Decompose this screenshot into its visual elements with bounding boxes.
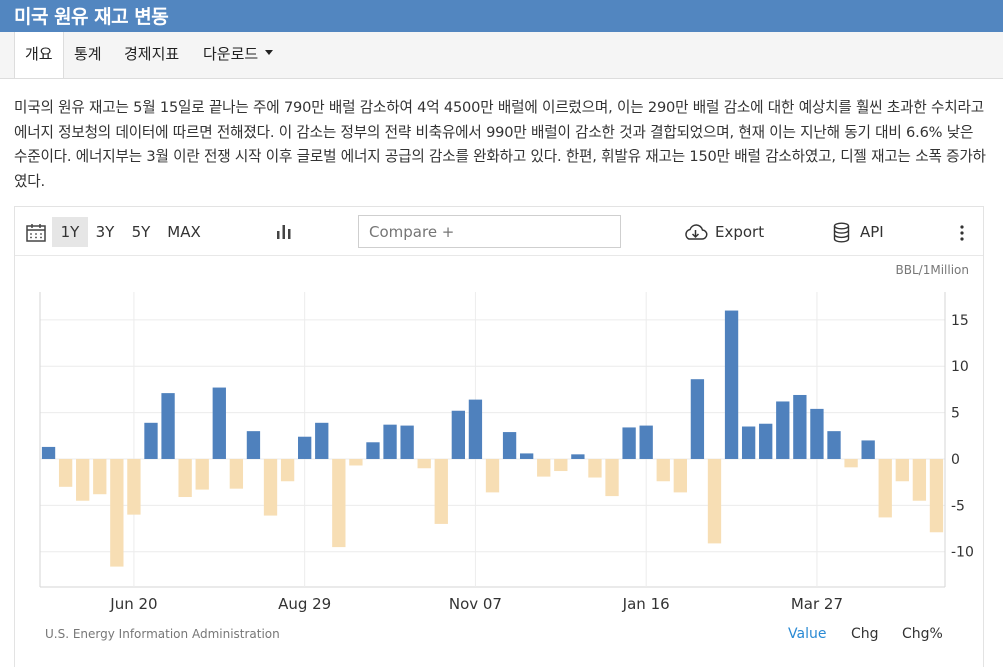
x-tick-label: Jun 20 bbox=[109, 595, 157, 613]
y-tick-label: 15 bbox=[951, 313, 969, 329]
data-bar bbox=[793, 394, 807, 459]
data-bar bbox=[776, 401, 790, 459]
data-bar bbox=[417, 458, 431, 469]
data-bar bbox=[332, 458, 346, 548]
data-bar bbox=[366, 442, 380, 459]
data-bar bbox=[212, 387, 226, 459]
data-bar bbox=[280, 458, 295, 482]
unit-label: BBL/1Million bbox=[895, 263, 969, 277]
data-bar bbox=[246, 431, 261, 459]
data-bar bbox=[468, 399, 483, 459]
data-bar bbox=[93, 458, 107, 495]
page-title: 미국 원유 재고 변동 bbox=[14, 6, 169, 28]
range-3y-button[interactable]: 3Y bbox=[90, 217, 120, 247]
data-bar bbox=[349, 458, 363, 466]
compare-input[interactable] bbox=[358, 215, 621, 248]
data-bar bbox=[673, 458, 687, 493]
data-bar bbox=[502, 432, 517, 459]
tab-indicators[interactable]: 경제지표 bbox=[114, 32, 189, 77]
x-tick-label: Nov 07 bbox=[449, 595, 502, 613]
data-bar bbox=[912, 458, 927, 501]
title-bar: 미국 원유 재고 변동 bbox=[0, 0, 1003, 32]
tab-overview[interactable]: 개요 bbox=[14, 32, 64, 78]
x-tick-label: Aug 29 bbox=[278, 595, 331, 613]
data-bar bbox=[315, 422, 329, 459]
tab-statistics[interactable]: 통계 bbox=[64, 32, 112, 77]
tab-download[interactable]: 다운로드 bbox=[193, 32, 283, 77]
data-bar bbox=[144, 422, 158, 459]
data-bar bbox=[41, 446, 56, 459]
data-bar bbox=[383, 424, 397, 459]
data-bar bbox=[485, 458, 500, 493]
data-bar bbox=[298, 436, 312, 459]
chart-panel: 1Y 3Y 5Y MAX Export API BBL/1Million 151… bbox=[14, 206, 984, 667]
data-bar bbox=[519, 453, 534, 459]
data-bar bbox=[451, 410, 466, 459]
data-bar bbox=[656, 458, 670, 482]
y-tick-label: -5 bbox=[951, 498, 965, 514]
data-bar bbox=[759, 423, 773, 459]
data-bar bbox=[605, 458, 619, 497]
x-tick-label: Mar 27 bbox=[791, 595, 843, 613]
view-chg-pct-button[interactable]: Chg% bbox=[902, 626, 943, 642]
data-bar bbox=[827, 431, 841, 459]
data-bar bbox=[690, 379, 705, 459]
range-max-button[interactable]: MAX bbox=[162, 217, 206, 247]
range-5y-button[interactable]: 5Y bbox=[126, 217, 156, 247]
data-bar bbox=[178, 458, 192, 498]
data-bar bbox=[76, 458, 90, 501]
data-bar bbox=[554, 458, 568, 472]
chart-type-icon[interactable] bbox=[276, 223, 292, 240]
database-icon[interactable] bbox=[833, 222, 850, 243]
range-1y-button[interactable]: 1Y bbox=[52, 217, 88, 247]
more-options-icon[interactable] bbox=[959, 225, 965, 241]
data-bar bbox=[810, 408, 824, 459]
data-bar bbox=[707, 458, 722, 544]
data-bar bbox=[741, 426, 756, 459]
y-tick-label: -10 bbox=[951, 545, 974, 561]
x-tick-label: Jan 16 bbox=[622, 595, 670, 613]
data-bar bbox=[195, 458, 209, 490]
data-bar bbox=[400, 425, 414, 459]
view-chg-button[interactable]: Chg bbox=[851, 626, 879, 642]
bar-chart: 15 10 5 0 -5 -10 Jun 20 Aug 29 Nov 07 Jan 16 Mar 2… bbox=[39, 292, 974, 613]
tab-bar: 개요 통계 경제지표 다운로드 bbox=[0, 32, 1003, 79]
cloud-download-icon[interactable] bbox=[683, 224, 708, 241]
data-bar bbox=[161, 393, 175, 459]
data-bar bbox=[929, 458, 944, 533]
view-value-button[interactable]: Value bbox=[788, 626, 826, 642]
export-button[interactable]: Export bbox=[715, 217, 771, 247]
data-bar bbox=[639, 425, 653, 459]
data-bar bbox=[622, 427, 636, 459]
y-tick-label: 5 bbox=[951, 406, 960, 422]
source-label: U.S. Energy Information Administration bbox=[45, 627, 280, 641]
data-bar bbox=[571, 454, 585, 459]
data-bar bbox=[263, 458, 278, 516]
tab-download-label: 다운로드 bbox=[203, 45, 259, 63]
data-bar bbox=[878, 458, 892, 518]
y-tick-label: 10 bbox=[951, 359, 969, 375]
calendar-icon[interactable] bbox=[26, 223, 46, 242]
data-bar bbox=[537, 458, 551, 477]
summary-text: 미국의 원유 재고는 5월 15일로 끝나는 주에 790만 배럴 감소하여 4… bbox=[14, 99, 986, 190]
y-tick-label: 0 bbox=[951, 452, 960, 468]
data-bar bbox=[844, 458, 858, 468]
data-bar bbox=[588, 458, 602, 478]
data-bar bbox=[58, 458, 73, 487]
data-bar bbox=[127, 458, 141, 515]
data-bar bbox=[229, 458, 244, 489]
data-bar bbox=[434, 458, 448, 524]
data-bar bbox=[110, 458, 124, 567]
data-bar bbox=[895, 458, 909, 482]
data-bar bbox=[861, 440, 875, 459]
chart-toolbar: 1Y 3Y 5Y MAX Export API bbox=[15, 207, 983, 256]
caret-down-icon bbox=[265, 50, 274, 55]
api-button[interactable]: API bbox=[860, 217, 894, 247]
data-bar bbox=[724, 310, 739, 459]
